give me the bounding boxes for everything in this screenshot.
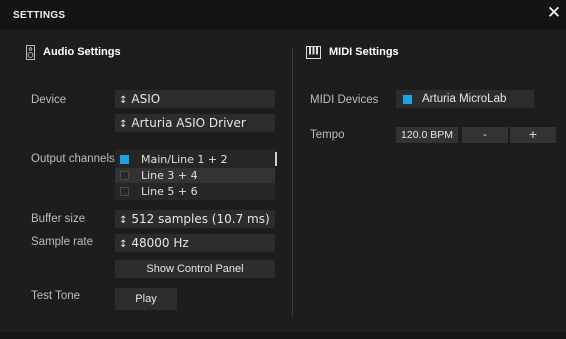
midi-settings-title: MIDI Settings bbox=[329, 46, 399, 58]
output-channel-label: Line 5 + 6 bbox=[141, 185, 198, 198]
output-channel-item[interactable]: Line 3 + 4 bbox=[115, 168, 275, 183]
midi-device-item[interactable]: Arturia MicroLab bbox=[396, 90, 534, 108]
test-tone-label: Test Tone bbox=[31, 290, 81, 302]
select-arrow-icon: ↕ bbox=[119, 119, 128, 130]
output-channels-list: Main/Line 1 + 2 Line 3 + 4 Line 5 + 6 bbox=[115, 150, 275, 200]
audio-settings-heading: Audio Settings bbox=[26, 44, 121, 60]
select-arrow-icon: ↕ bbox=[119, 95, 128, 106]
play-button[interactable]: Play bbox=[115, 288, 177, 310]
device-select[interactable]: ↕ ASIO bbox=[115, 90, 275, 108]
tempo-field[interactable]: 120.0 BPM bbox=[396, 127, 458, 143]
list-scrollbar[interactable] bbox=[275, 152, 277, 166]
close-icon[interactable]: ✕ bbox=[546, 4, 562, 22]
driver-value: Arturia ASIO Driver bbox=[131, 116, 246, 130]
device-value: ASIO bbox=[131, 92, 161, 106]
checkbox-icon[interactable] bbox=[120, 171, 129, 180]
midi-settings-heading: MIDI Settings bbox=[306, 44, 399, 60]
checkbox-icon[interactable] bbox=[120, 187, 129, 196]
driver-select[interactable]: ↕ Arturia ASIO Driver bbox=[115, 114, 275, 132]
output-channel-item[interactable]: Line 5 + 6 bbox=[115, 184, 275, 199]
window-title: SETTINGS bbox=[13, 10, 66, 21]
tempo-increase-button[interactable]: + bbox=[510, 127, 556, 143]
title-bar: SETTINGS ✕ bbox=[0, 0, 566, 30]
sample-rate-select[interactable]: ↕ 48000 Hz bbox=[115, 234, 275, 252]
checkbox-checked-icon[interactable] bbox=[120, 155, 129, 164]
output-channels-label: Output channels bbox=[31, 153, 115, 165]
bottom-strip bbox=[0, 332, 566, 339]
select-arrow-icon: ↕ bbox=[119, 239, 128, 250]
output-channel-item[interactable]: Main/Line 1 + 2 bbox=[115, 152, 275, 167]
buffer-size-value: 512 samples (10.7 ms) bbox=[131, 212, 270, 226]
piano-keys-icon bbox=[306, 45, 321, 59]
section-divider bbox=[292, 48, 293, 316]
select-arrow-icon: ↕ bbox=[119, 215, 128, 226]
checkbox-checked-icon[interactable] bbox=[403, 95, 412, 104]
midi-devices-label: MIDI Devices bbox=[310, 94, 379, 106]
sample-rate-label: Sample rate bbox=[31, 236, 94, 248]
buffer-size-label: Buffer size bbox=[31, 213, 86, 225]
output-channel-label: Line 3 + 4 bbox=[141, 169, 198, 182]
show-control-panel-button[interactable]: Show Control Panel bbox=[115, 260, 275, 278]
tempo-label: Tempo bbox=[310, 129, 345, 141]
tempo-decrease-button[interactable]: - bbox=[462, 127, 508, 143]
speaker-icon bbox=[26, 44, 35, 60]
midi-device-value: Arturia MicroLab bbox=[422, 93, 507, 105]
sample-rate-value: 48000 Hz bbox=[131, 236, 189, 250]
output-channel-label: Main/Line 1 + 2 bbox=[141, 153, 228, 166]
buffer-size-select[interactable]: ↕ 512 samples (10.7 ms) bbox=[115, 210, 275, 228]
audio-settings-title: Audio Settings bbox=[43, 46, 121, 58]
device-label: Device bbox=[31, 94, 67, 106]
